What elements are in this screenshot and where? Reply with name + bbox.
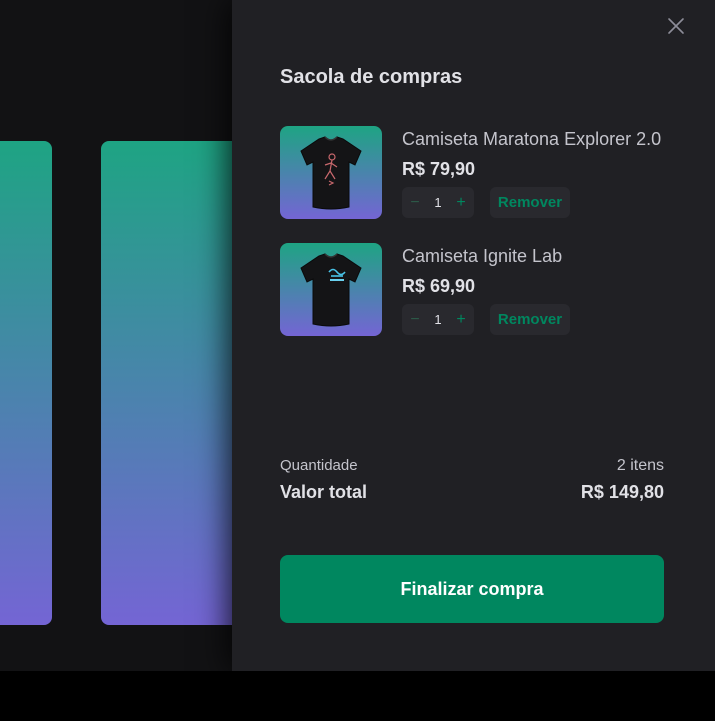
cart-item: Camiseta Ignite Lab R$ 69,90 − 1 + Remov… [280,243,680,336]
tshirt-icon [300,135,362,209]
product-image [280,243,382,336]
remove-button[interactable]: Remover [490,187,570,218]
product-card[interactable] [0,141,52,625]
quantity-label: Quantidade [280,457,358,474]
remove-button[interactable]: Remover [490,304,570,335]
item-price: R$ 69,90 [402,276,476,296]
item-name: Camiseta Ignite Lab [402,246,563,266]
increase-button[interactable]: + [454,194,468,211]
increase-button[interactable]: + [454,311,468,328]
decrease-button[interactable]: − [408,311,422,328]
page-background: Sacola de compras Camiseta Maratona Expl… [0,0,715,671]
total-label: Valor total [280,482,368,502]
quantity-stepper: − 1 + [402,304,474,335]
product-image [280,126,382,219]
checkout-button[interactable]: Finalizar compra [280,555,664,623]
item-price: R$ 79,90 [402,159,476,179]
total-value: R$ 149,80 [580,482,664,502]
item-name: Camiseta Maratona Explorer 2.0 [402,129,662,149]
drawer-title: Sacola de compras [280,66,463,88]
quantity-value: 1 [434,195,442,210]
tshirt-icon [300,252,362,326]
quantity-count: 2 itens [616,457,664,474]
quantity-value: 1 [434,312,442,327]
cart-item: Camiseta Maratona Explorer 2.0 R$ 79,90 … [280,126,680,219]
quantity-stepper: − 1 + [402,187,474,218]
cart-drawer: Sacola de compras Camiseta Maratona Expl… [232,0,715,671]
decrease-button[interactable]: − [408,194,422,211]
close-icon[interactable] [667,17,685,35]
